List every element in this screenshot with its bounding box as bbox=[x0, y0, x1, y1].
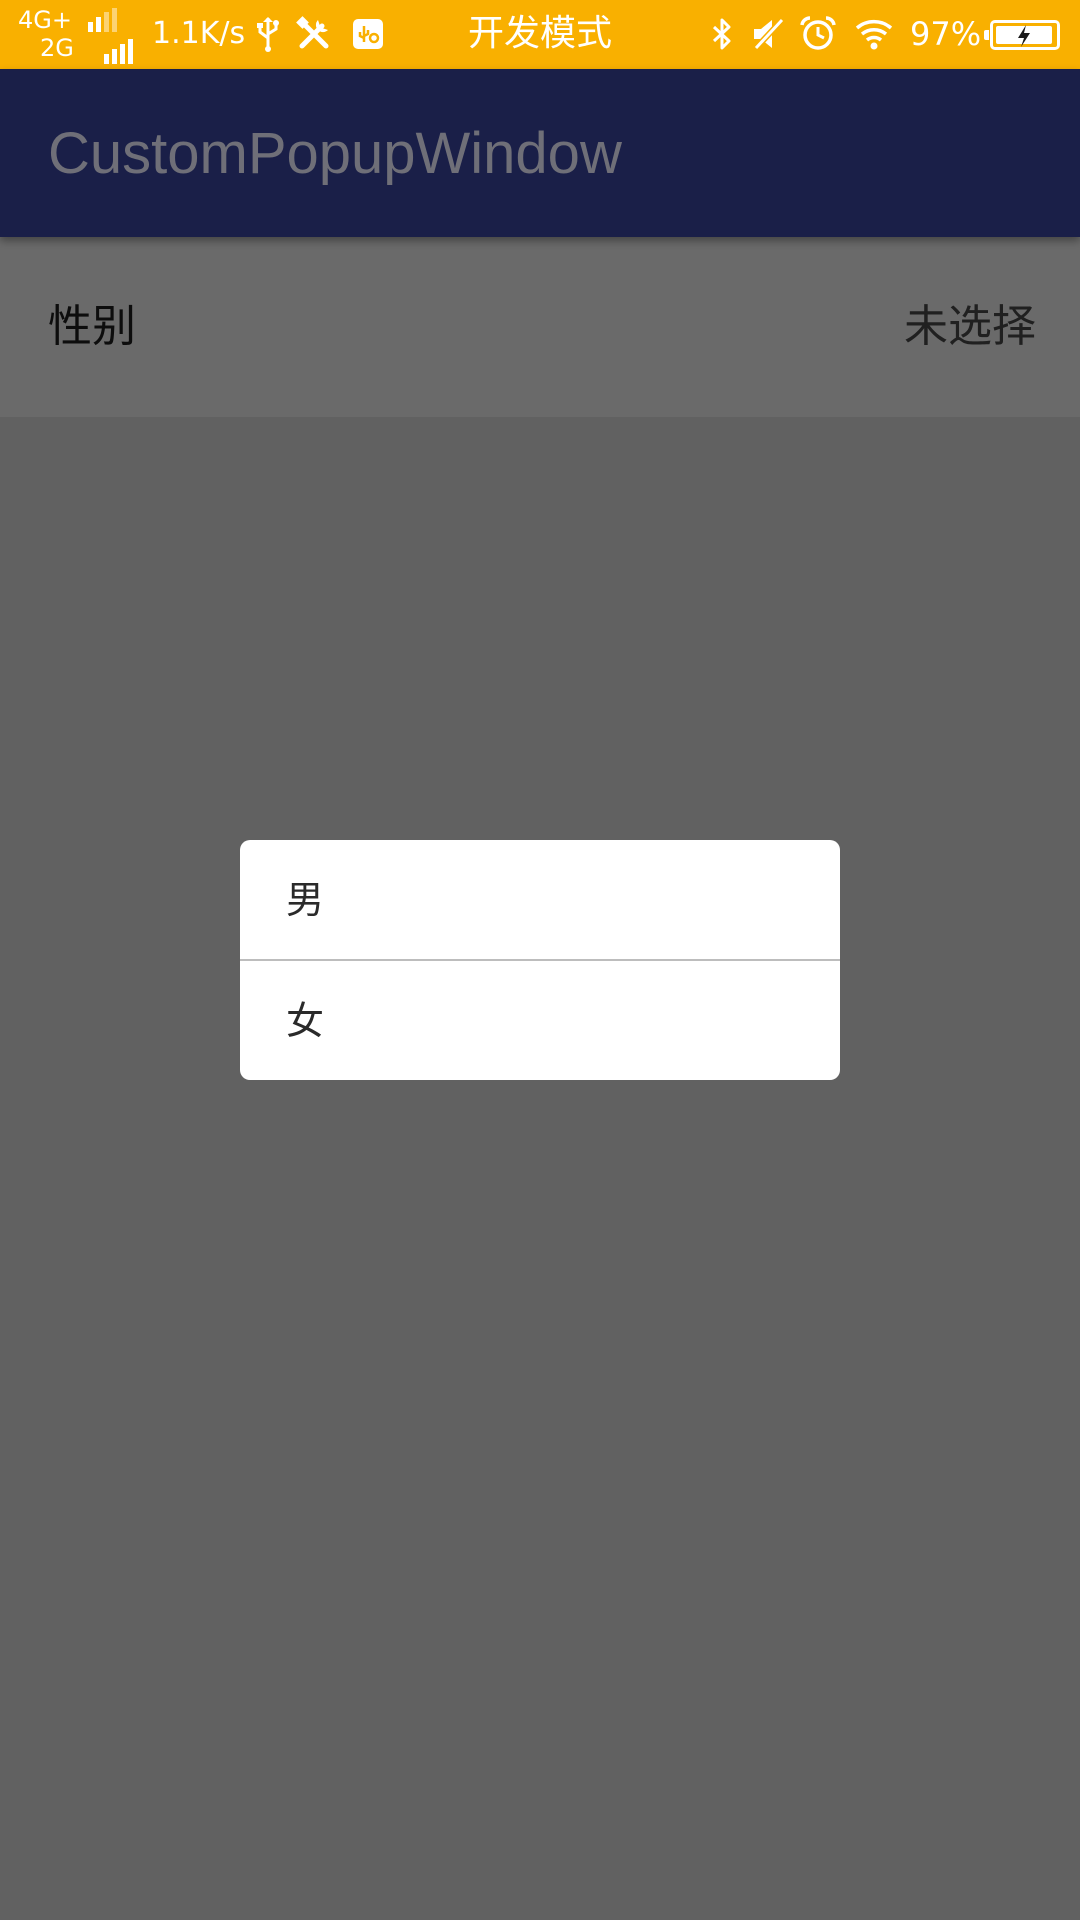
gender-value: 未选择 bbox=[904, 301, 1036, 352]
app-bar: CustomPopupWindow bbox=[0, 69, 1080, 237]
wifi-icon bbox=[855, 20, 893, 50]
bluetooth-icon bbox=[712, 18, 731, 50]
charging-bolt-icon bbox=[1018, 25, 1030, 47]
battery-percent: 97% bbox=[910, 15, 982, 53]
popup-option-label: 女 bbox=[286, 999, 325, 1043]
popup-option-female[interactable]: 女 bbox=[240, 961, 840, 1080]
status-bar: 4G+ 2G 1.1K/s 开发模式 97% bbox=[0, 0, 1080, 69]
gender-setting-row[interactable]: 性别 未选择 bbox=[0, 237, 1080, 417]
mute-icon bbox=[753, 17, 785, 51]
alarm-icon bbox=[800, 16, 836, 50]
popup-option-male[interactable]: 男 bbox=[240, 840, 840, 959]
popup-option-label: 男 bbox=[286, 878, 325, 922]
gender-popup: 男 女 bbox=[240, 840, 840, 1080]
battery-icon bbox=[984, 20, 1060, 50]
app-title: CustomPopupWindow bbox=[48, 121, 622, 186]
gender-label: 性别 bbox=[48, 301, 136, 352]
